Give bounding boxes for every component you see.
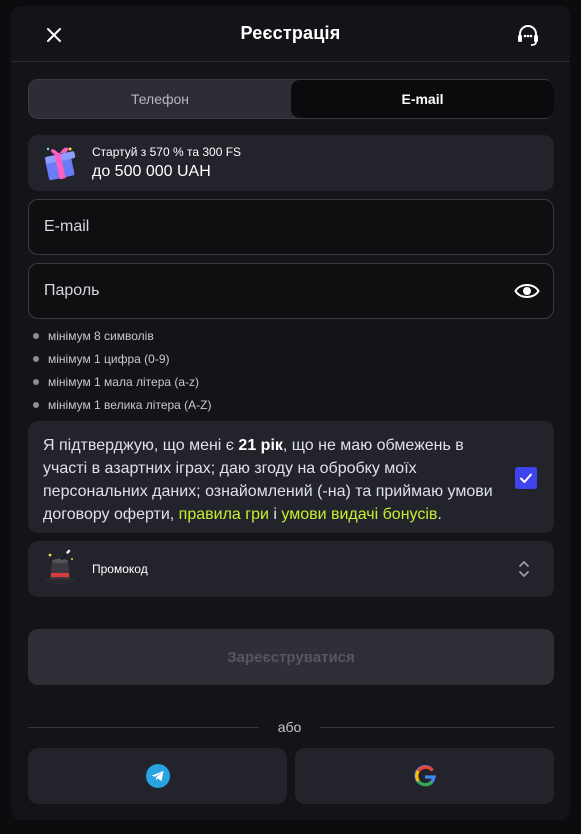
password-requirements: мінімум 8 символів мінімум 1 цифра (0-9)…: [33, 328, 212, 420]
magic-hat-icon: [45, 549, 75, 584]
password-rule: мінімум 1 велика літера (A-Z): [33, 397, 212, 420]
tab-email[interactable]: E-mail: [291, 80, 554, 118]
password-field-wrapper: [28, 263, 554, 319]
email-field-wrapper: [28, 199, 554, 255]
password-rule: мінімум 1 цифра (0-9): [33, 351, 212, 374]
password-rule: мінімум 1 мала літера (a-z): [33, 374, 212, 397]
promo-code-label: Промокод: [92, 562, 148, 576]
google-icon: [414, 765, 436, 787]
welcome-bonus-banner: Стартуй з 570 % та 300 FS до 500 000 UAH: [28, 135, 554, 191]
terms-consent: Я підтверджую, що мені є 21 рік, що не м…: [28, 421, 554, 533]
divider-line: [320, 727, 554, 728]
bonus-terms-link[interactable]: умови видачі бонусів: [281, 506, 437, 523]
google-login-button[interactable]: [295, 748, 554, 804]
registration-method-tabs: Телефон E-mail: [28, 79, 554, 119]
headset-icon[interactable]: [514, 21, 542, 49]
modal-header: Реєстрація: [11, 6, 570, 62]
password-field[interactable]: [44, 264, 494, 318]
promo-code-toggle[interactable]: Промокод: [28, 541, 554, 597]
page-title: Реєстрація: [240, 23, 341, 43]
divider-label: або: [277, 719, 302, 735]
telegram-login-button[interactable]: [28, 748, 287, 804]
consent-text: Я підтверджую, що мені є 21 рік, що не м…: [43, 437, 493, 523]
bullet-icon: [33, 333, 39, 339]
tab-phone[interactable]: Телефон: [29, 80, 291, 118]
telegram-icon: [145, 764, 170, 788]
bullet-icon: [33, 356, 39, 362]
eye-icon[interactable]: [514, 281, 540, 301]
password-rule: мінімум 8 символів: [33, 328, 212, 351]
bullet-icon: [33, 402, 39, 408]
bonus-amount: до 500 000 UAH: [92, 163, 211, 180]
gift-icon: [45, 147, 76, 181]
divider-line: [28, 727, 259, 728]
register-button[interactable]: Зареєструватися: [28, 629, 554, 685]
chevron-updown-icon: [519, 561, 529, 577]
bonus-headline: Стартуй з 570 % та 300 FS: [92, 145, 242, 159]
consent-checkbox[interactable]: [515, 467, 537, 489]
registration-modal: Реєстрація Телефон E-mail Стартуй з 570 …: [11, 6, 570, 820]
email-field[interactable]: [44, 200, 494, 254]
game-rules-link[interactable]: правила гри: [179, 506, 269, 523]
bullet-icon: [33, 379, 39, 385]
or-divider: або: [28, 719, 554, 735]
